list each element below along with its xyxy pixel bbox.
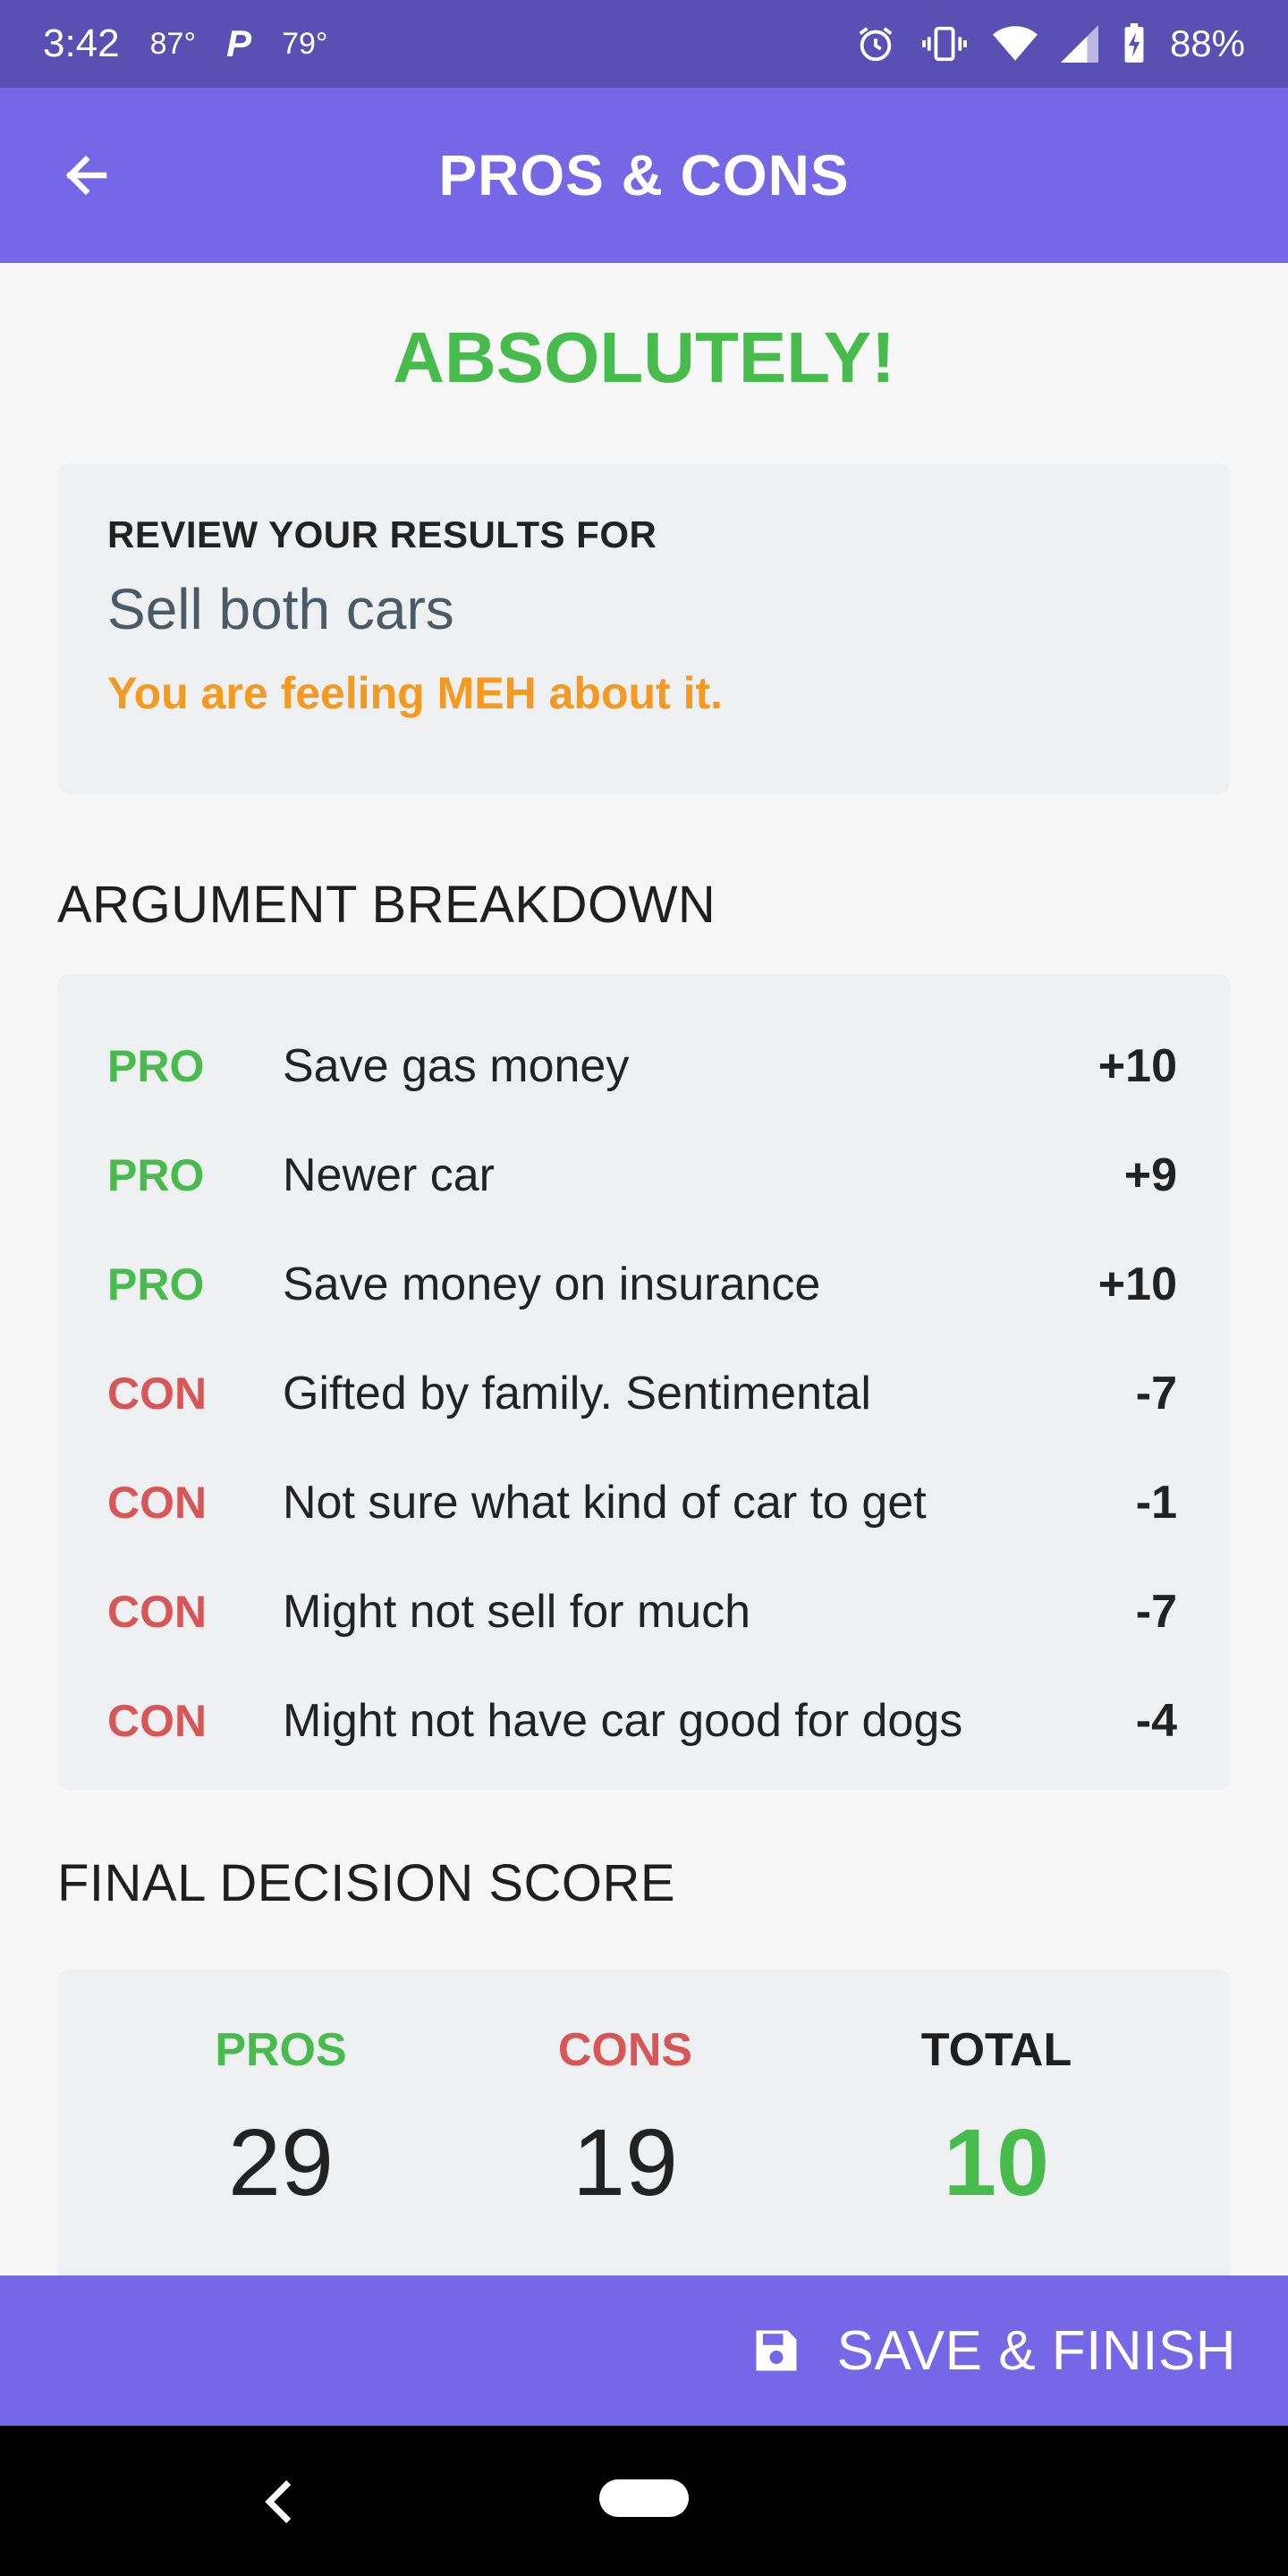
review-heading: REVIEW YOUR RESULTS FOR [107,513,657,555]
argument-type: CON [107,1587,208,1637]
argument-type: CON [107,1696,208,1746]
argument-row: CON Gifted by family. Sentimental -7 [107,1339,1177,1448]
argument-row: CON Not sure what kind of car to get -1 [107,1448,1177,1557]
argument-score: -7 [1135,1368,1177,1419]
battery-charging-icon [1122,23,1147,64]
signal-icon [1060,25,1098,63]
decision-subject: Sell both cars [107,577,454,641]
system-nav-bar [0,2426,1288,2576]
status-time: 3:42 [43,21,120,65]
app-bar: PROS & CONS [0,88,1288,263]
cons-label: CONS [557,2024,693,2076]
final-score-title: FINAL DECISION SCORE [57,1854,676,1912]
argument-score: -7 [1135,1586,1177,1638]
argument-text: Newer car [283,1149,495,1201]
chevron-left-icon [259,2479,299,2524]
cons-total: CONS 19 [509,2023,741,2217]
argument-text: Might not have car good for dogs [283,1695,963,1747]
argument-row: PRO Newer car +9 [107,1121,1177,1230]
argument-type: PRO [107,1150,205,1200]
nav-back-button[interactable] [259,2479,299,2524]
pros-value: 29 [228,2110,334,2216]
save-finish-label: SAVE & FINISH [836,2319,1236,2382]
nav-home-button[interactable] [599,2479,689,2517]
save-finish-button[interactable]: SAVE & FINISH [0,2275,1288,2426]
vibrate-icon [919,23,970,64]
verdict-heading: ABSOLUTELY! [393,318,895,397]
breakdown-card: PRO Save gas money +10 PRO Newer car +9 … [57,974,1231,1790]
argument-row: PRO Save money on insurance +10 [107,1230,1177,1339]
arrow-left-icon [59,148,113,202]
cons-value: 19 [572,2110,678,2216]
argument-text: Gifted by family. Sentimental [283,1368,871,1419]
back-button[interactable] [52,141,120,209]
argument-type: PRO [107,1259,205,1309]
wifi-icon [992,25,1038,63]
pros-total: PROS 29 [165,2023,397,2217]
status-temp-2: 79° [282,26,328,61]
argument-type: PRO [107,1041,205,1091]
page-title: PROS & CONS [438,143,850,208]
argument-score: +10 [1097,1258,1177,1310]
argument-type: CON [107,1368,208,1419]
feeling-text: You are feeling MEH about it. [107,668,724,718]
argument-row: CON Might not have car good for dogs -4 [107,1666,1177,1775]
argument-text: Might not sell for much [283,1586,751,1638]
argument-row: PRO Save gas money +10 [107,1012,1177,1121]
status-temp-1: 87° [149,26,197,61]
status-bar: 3:42 87° P 79° 88% [0,0,1288,88]
review-card: REVIEW YOUR RESULTS FOR Sell both cars Y… [57,463,1231,794]
argument-score: +9 [1123,1149,1177,1201]
argument-score: -1 [1135,1477,1177,1529]
pros-label: PROS [215,2024,347,2076]
argument-text: Save money on insurance [283,1258,821,1310]
argument-type: CON [107,1478,208,1528]
alarm-icon [855,23,896,64]
parking-app-icon: P [226,22,252,64]
battery-percent: 88% [1169,22,1245,64]
floppy-disk-icon [750,2324,803,2377]
breakdown-title: ARGUMENT BREAKDOWN [57,876,716,934]
argument-text: Not sure what kind of car to get [283,1477,927,1529]
total-label: TOTAL [920,2024,1072,2076]
overall-total: TOTAL 10 [862,2023,1131,2217]
status-right: 88% [855,22,1245,65]
argument-score: -4 [1135,1695,1177,1747]
status-left: 3:42 87° P 79° [43,21,328,66]
total-value: 10 [944,2110,1049,2216]
argument-row: CON Might not sell for much -7 [107,1557,1177,1666]
argument-score: +10 [1097,1040,1177,1092]
argument-text: Save gas money [283,1040,630,1092]
